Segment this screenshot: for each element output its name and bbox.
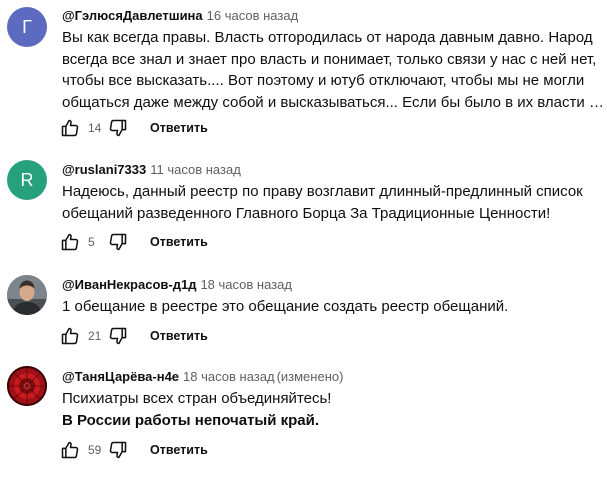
like-count: 21 xyxy=(88,329,102,343)
comment-time[interactable]: 18 часов назад xyxy=(200,277,292,292)
comment-header: @ГэлюсяДавлетшина 16 часов назад xyxy=(62,8,298,23)
dislike-button[interactable] xyxy=(106,116,130,140)
dislike-button[interactable] xyxy=(106,438,130,462)
comment-header: @ТаняЦарёва-н4е 18 часов назад (изменено) xyxy=(62,369,343,384)
avatar[interactable]: Г xyxy=(7,7,47,47)
dislike-button[interactable] xyxy=(106,324,130,348)
like-button[interactable] xyxy=(58,438,82,462)
thumbs-down-icon xyxy=(109,441,127,459)
comment-line: общаться даже между собой и высказыватьс… xyxy=(62,93,604,111)
edited-label: (изменено) xyxy=(276,369,344,384)
comment-text: Надеюсь, данный реестр по праву возглави… xyxy=(62,181,604,224)
thumbs-down-icon xyxy=(109,327,127,345)
avatar[interactable] xyxy=(7,275,47,315)
man-photo-avatar xyxy=(7,275,47,315)
comment-time[interactable]: 18 часов назад xyxy=(183,369,275,384)
comment-line: Психиатры всех стран объединяйтесь! xyxy=(62,390,332,407)
red-flower-avatar xyxy=(7,366,47,406)
avatar[interactable] xyxy=(7,366,47,406)
like-button[interactable] xyxy=(58,324,82,348)
like-button[interactable] xyxy=(58,230,82,254)
comment-line: 1 обещание в реестре это обещание создат… xyxy=(62,298,509,315)
comment-line: всегда все знал и знает про власть и пон… xyxy=(62,50,597,68)
like-button[interactable] xyxy=(58,116,82,140)
comment-actions: 59 Ответить xyxy=(58,438,208,462)
reply-button[interactable]: Ответить xyxy=(150,329,208,343)
reply-button[interactable]: Ответить xyxy=(150,443,208,457)
comment-line: В России работы непочатый край. xyxy=(62,411,320,429)
avatar-letter: Г xyxy=(22,16,32,37)
like-count: 5 xyxy=(88,235,95,249)
comment-line: обещаний разведенного Главного Борца За … xyxy=(62,204,551,222)
avatar-letter: R xyxy=(20,169,34,190)
comment-author[interactable]: @ГэлюсяДавлетшина xyxy=(62,8,203,23)
comment-author[interactable]: @ИванНекрасов-д1д xyxy=(62,277,196,292)
thumbs-up-icon xyxy=(61,327,79,345)
reply-button[interactable]: Ответить xyxy=(150,121,208,135)
thumbs-down-icon xyxy=(109,233,127,251)
comment-line: Надеюсь, данный реестр по праву возглави… xyxy=(62,183,583,200)
comment-time[interactable]: 16 часов назад xyxy=(207,8,299,23)
like-count: 14 xyxy=(88,121,102,135)
comment-author[interactable]: @ТаняЦарёва-н4е xyxy=(62,369,179,384)
like-count: 59 xyxy=(88,443,102,457)
comment-author[interactable]: @ruslani7333 xyxy=(62,162,146,177)
comment-line: чтобы все высказать.... Вот поэтому и ют… xyxy=(62,72,585,89)
comment-text: Вы как всегда правы. Власть отгородилась… xyxy=(62,27,604,113)
comment-text: Психиатры всех стран объединяйтесь! В Ро… xyxy=(62,388,604,431)
avatar[interactable]: R xyxy=(7,160,47,200)
comment-line: Вы как всегда правы. Власть отгородилась… xyxy=(62,29,593,46)
thumbs-down-icon xyxy=(109,119,127,137)
dislike-button[interactable] xyxy=(106,230,130,254)
comment-time[interactable]: 11 часов назад xyxy=(150,162,241,177)
comment-actions: 21 Ответить xyxy=(58,324,208,348)
comment-text: 1 обещание в реестре это обещание создат… xyxy=(62,296,604,318)
thumbs-up-icon xyxy=(61,441,79,459)
comment-header: @ruslani7333 11 часов назад xyxy=(62,162,241,177)
reply-button[interactable]: Ответить xyxy=(150,235,208,249)
thumbs-up-icon xyxy=(61,119,79,137)
comment-actions: 14 Ответить xyxy=(58,116,208,140)
thumbs-up-icon xyxy=(61,233,79,251)
comment-header: @ИванНекрасов-д1д 18 часов назад xyxy=(62,277,292,292)
comment-actions: 5 Ответить xyxy=(58,230,208,254)
